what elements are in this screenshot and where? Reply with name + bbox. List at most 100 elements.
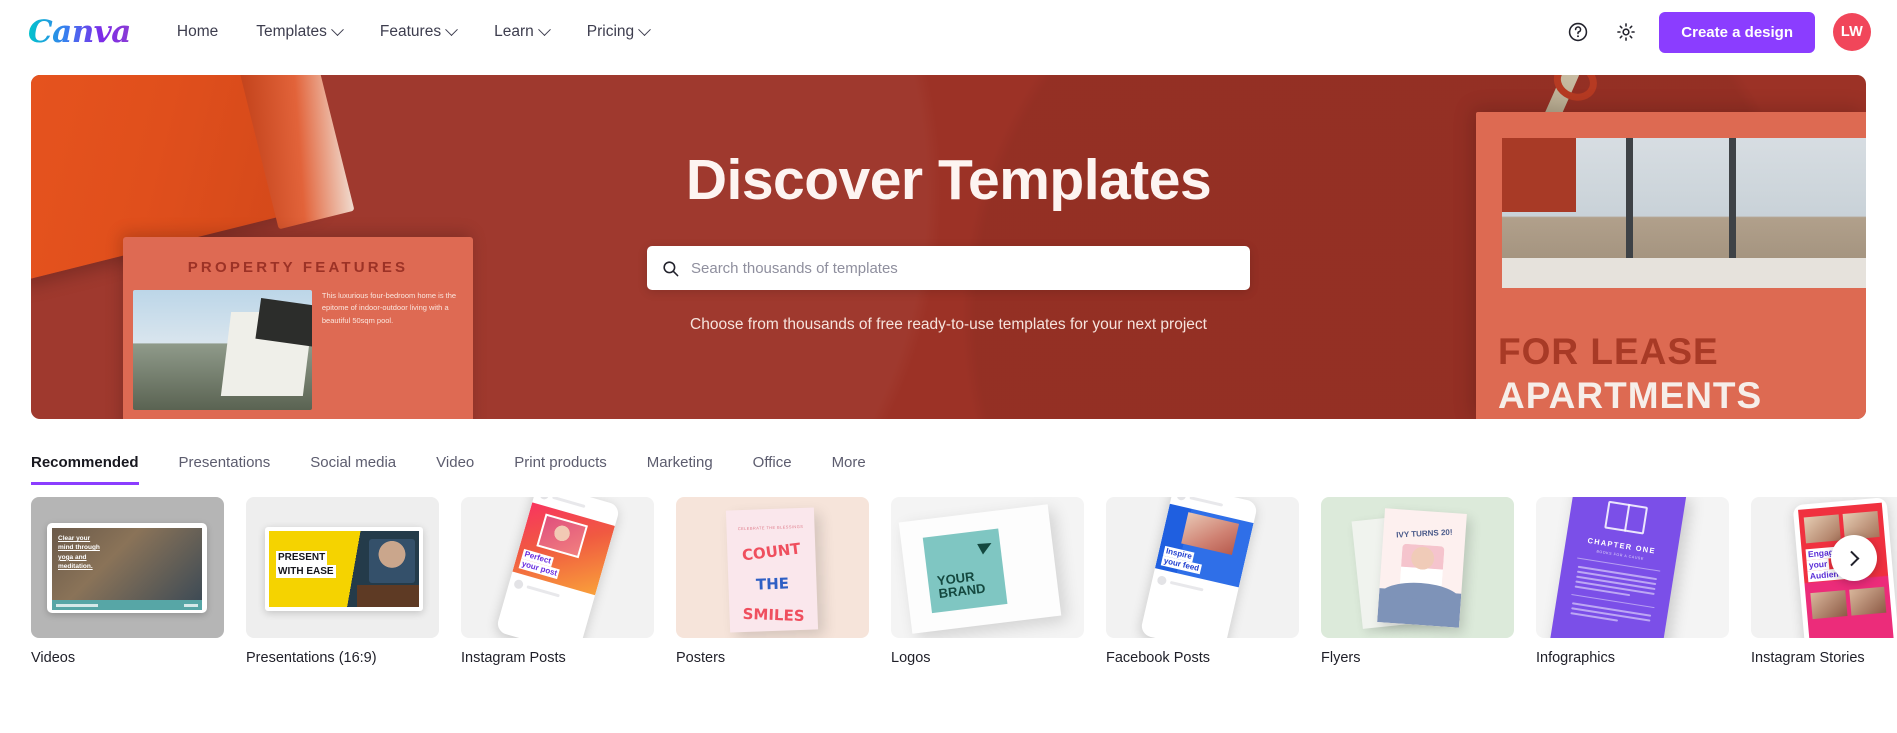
avatar-dot <box>1156 575 1168 586</box>
username-line <box>1189 497 1224 507</box>
card-infographics[interactable]: CHAPTER ONE BOOKS FOR A CAUSE Infographi… <box>1536 497 1729 666</box>
video-line-4: meditation. <box>58 563 93 571</box>
category-tabs: Recommended Presentations Social media V… <box>0 443 1897 485</box>
card-flyers[interactable]: IVY TURNS 20! Flyers <box>1321 497 1514 666</box>
story-photo <box>1810 590 1848 620</box>
poster-eyebrow: CELEBRATE THE BLESSINGS <box>737 523 804 532</box>
flyer-wave-art <box>1377 588 1462 628</box>
card-label: Infographics <box>1536 650 1615 666</box>
story-photo-row-2 <box>1810 586 1887 620</box>
flyer-front-sheet: IVY TURNS 20! <box>1377 508 1467 628</box>
post-caption: Inspire your feed <box>1160 545 1204 575</box>
card-label: Logos <box>891 650 931 666</box>
hero-content: Discover Templates Choose from thousands… <box>31 75 1866 419</box>
chevron-down-icon <box>331 22 344 36</box>
video-screen: Clear your mind through yoga and meditat… <box>52 528 202 600</box>
flyer-headline: IVY TURNS 20! <box>1396 527 1453 540</box>
nav-item-learn[interactable]: Learn <box>494 22 551 41</box>
tab-recommended[interactable]: Recommended <box>31 454 139 485</box>
video-line-3: yoga and <box>58 553 87 561</box>
nav-label: Features <box>379 23 442 40</box>
main-nav: Home Templates Features Learn Pricing <box>177 22 652 41</box>
card-instagram-stories[interactable]: Engage your Audience Instagram Stories <box>1751 497 1897 666</box>
tab-marketing[interactable]: Marketing <box>647 454 713 485</box>
card-label: Posters <box>676 650 726 666</box>
card-label: Facebook Posts <box>1106 650 1210 666</box>
presenter-photo <box>369 539 415 583</box>
avatar-dot <box>513 578 525 590</box>
page-title: Discover Templates <box>685 148 1212 212</box>
card-thumbnail: Clear your mind through yoga and meditat… <box>31 497 224 638</box>
card-videos[interactable]: Clear your mind through yoga and meditat… <box>31 497 224 666</box>
logo-square: YOUR BRAND <box>922 528 1008 614</box>
card-presentations[interactable]: PRESENT WITH EASE Presentations (16:9) <box>246 497 439 666</box>
template-search-bar[interactable] <box>647 246 1250 290</box>
card-label: Flyers <box>1321 650 1361 666</box>
open-book-icon <box>1604 500 1649 535</box>
logo-text: YOUR BRAND <box>936 568 986 602</box>
carousel-next-button[interactable] <box>1831 535 1877 581</box>
card-thumbnail: Inspire your feed <box>1106 497 1299 638</box>
post-photo <box>536 513 588 559</box>
story-photo <box>1849 586 1887 616</box>
desk-art <box>357 585 419 607</box>
avatar-dot <box>1176 497 1187 502</box>
video-line-2: mind through <box>58 544 100 552</box>
nav-label: Learn <box>494 23 534 40</box>
question-circle-icon <box>1569 22 1588 42</box>
search-input[interactable] <box>691 259 1236 277</box>
phone-mockup-art: Inspire your feed <box>1139 497 1259 638</box>
presentation-frame-art: PRESENT WITH EASE <box>265 527 423 611</box>
card-label: Instagram Stories <box>1751 650 1865 666</box>
infographic-art: CHAPTER ONE BOOKS FOR A CAUSE <box>1549 497 1687 638</box>
nav-item-templates[interactable]: Templates <box>256 22 344 41</box>
card-posters[interactable]: CELEBRATE THE BLESSINGS COUNT THE SMILES… <box>676 497 869 666</box>
top-navigation-bar: Canva Home Templates Features Learn Pric… <box>0 0 1897 64</box>
nav-item-features[interactable]: Features <box>379 22 458 41</box>
card-label: Videos <box>31 650 76 666</box>
tab-office[interactable]: Office <box>753 454 792 485</box>
user-avatar[interactable]: LW <box>1833 13 1871 51</box>
chevron-right-icon <box>1843 550 1859 566</box>
gear-icon <box>1617 23 1636 41</box>
tab-more[interactable]: More <box>832 454 866 485</box>
nav-item-pricing[interactable]: Pricing <box>586 22 652 41</box>
card-thumbnail: YOUR BRAND <box>891 497 1084 638</box>
tab-social-media[interactable]: Social media <box>310 454 396 485</box>
hero-banner: PROPERTY FEATURES This luxurious four-be… <box>31 75 1866 419</box>
hero-subtitle: Choose from thousands of free ready-to-u… <box>690 316 1207 333</box>
video-headline: Clear your mind through yoga and meditat… <box>58 534 120 572</box>
tab-video[interactable]: Video <box>436 454 474 485</box>
create-a-design-button[interactable]: Create a design <box>1659 11 1815 53</box>
phone-mockup-art: Perfect your post <box>495 497 621 638</box>
tab-print-products[interactable]: Print products <box>514 454 607 485</box>
help-button[interactable] <box>1563 17 1593 47</box>
video-line-1: Clear your <box>58 535 91 542</box>
card-thumbnail: PRESENT WITH EASE <box>246 497 439 638</box>
post-caption: Perfect your post <box>518 548 563 580</box>
nav-item-home[interactable]: Home <box>177 23 218 41</box>
card-logos[interactable]: YOUR BRAND Logos <box>891 497 1084 666</box>
card-thumbnail: CHAPTER ONE BOOKS FOR A CAUSE <box>1536 497 1729 638</box>
card-label: Presentations (16:9) <box>246 650 377 666</box>
poster-word-3: SMILES <box>742 605 805 626</box>
poster-word-1: COUNT <box>741 539 802 565</box>
footer-line <box>526 585 560 598</box>
tab-presentations[interactable]: Presentations <box>179 454 271 485</box>
video-bar-left <box>56 603 98 607</box>
card-thumbnail: CELEBRATE THE BLESSINGS COUNT THE SMILES… <box>676 497 869 638</box>
card-thumbnail: Engage your Audience <box>1751 497 1897 638</box>
footer-line <box>1169 580 1204 592</box>
header-actions: Create a design LW <box>1563 11 1871 53</box>
video-frame-art: Clear your mind through yoga and meditat… <box>47 523 207 613</box>
card-facebook-posts[interactable]: Inspire your feed Facebook Posts <box>1106 497 1299 666</box>
card-instagram-posts[interactable]: Perfect your post Instagram Posts <box>461 497 654 666</box>
video-progress-bar <box>52 600 202 610</box>
nav-label: Pricing <box>586 23 635 40</box>
card-label: Instagram Posts <box>461 650 566 666</box>
settings-button[interactable] <box>1611 17 1641 47</box>
template-category-carousel: Clear your mind through yoga and meditat… <box>0 485 1897 666</box>
slide-headline: PRESENT WITH EASE <box>276 551 336 578</box>
canva-logo[interactable]: Canva <box>28 14 131 50</box>
poster-art: CELEBRATE THE BLESSINGS COUNT THE SMILES… <box>725 507 819 633</box>
